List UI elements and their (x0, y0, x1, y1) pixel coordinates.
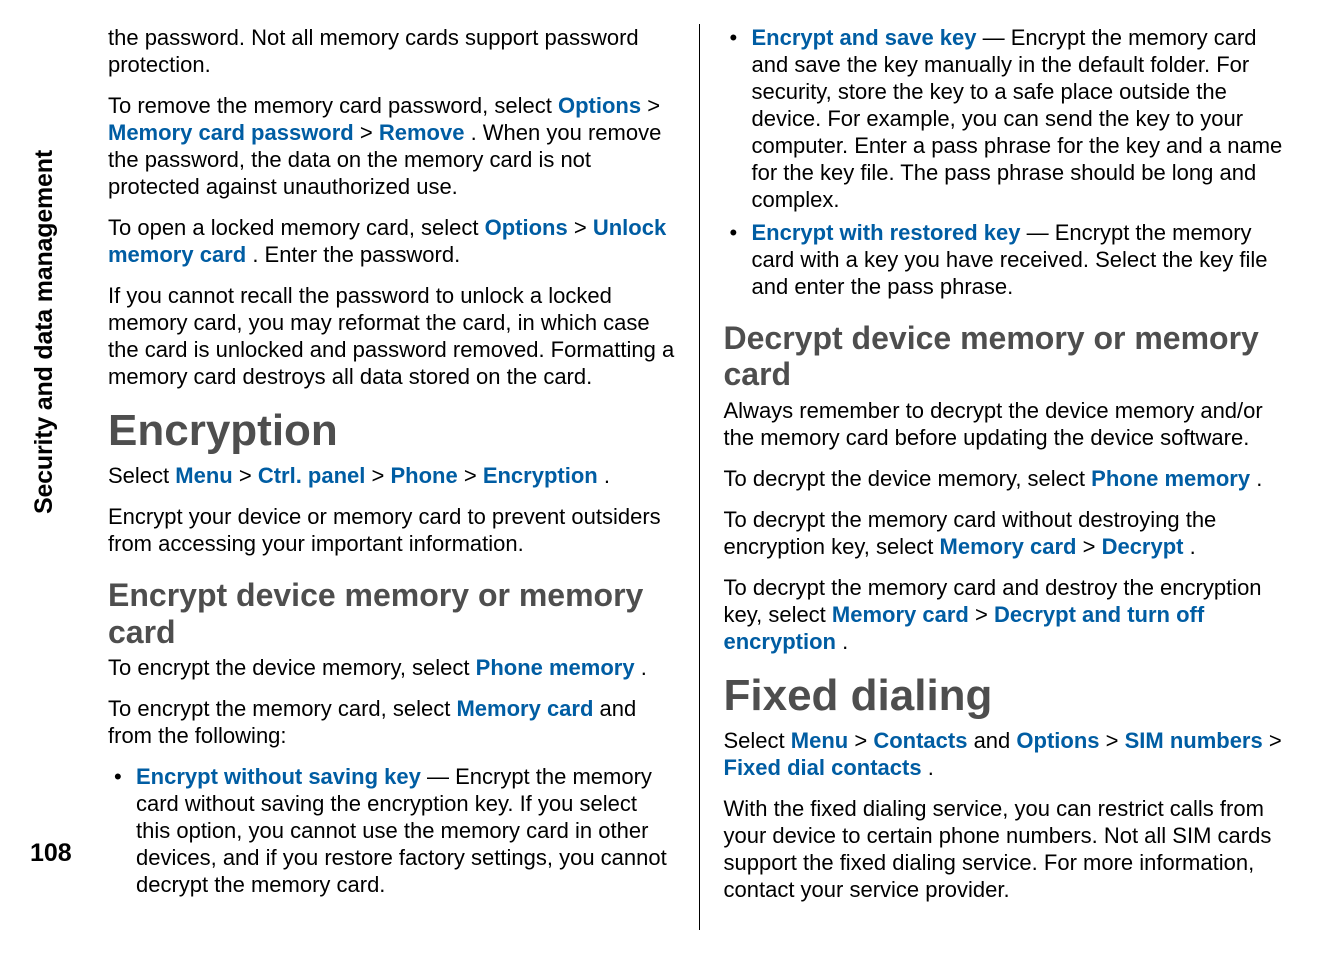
memory-card-label: Memory card (832, 602, 969, 627)
paragraph: To decrypt the device memory, select Pho… (724, 465, 1291, 492)
separator: > (360, 120, 379, 145)
encryption-heading: Encryption (108, 408, 675, 454)
text: . (928, 755, 934, 780)
page: Security and data management 108 the pas… (0, 0, 1322, 954)
encrypt-with-restored-key-label: Encrypt with restored key (752, 220, 1021, 245)
paragraph: To remove the memory card password, sele… (108, 92, 675, 200)
separator: > (574, 215, 593, 240)
phone-memory-label: Phone memory (476, 655, 635, 680)
text: To open a locked memory card, select (108, 215, 485, 240)
text: . (842, 629, 848, 654)
encrypt-and-save-key-label: Encrypt and save key (752, 25, 977, 50)
text: Select (108, 463, 175, 488)
paragraph: If you cannot recall the password to unl… (108, 282, 675, 390)
text: . (604, 463, 610, 488)
decrypt-label: Decrypt (1102, 534, 1184, 559)
text: . (1190, 534, 1196, 559)
ctrl-panel-label: Ctrl. panel (258, 463, 366, 488)
separator: > (1106, 728, 1125, 753)
paragraph: To decrypt the memory card without destr… (724, 506, 1291, 560)
decrypt-subheading: Decrypt device memory or memory card (724, 320, 1291, 393)
menu-label: Menu (791, 728, 848, 753)
separator: > (1269, 728, 1282, 753)
separator: > (975, 602, 994, 627)
text: To encrypt the device memory, select (108, 655, 476, 680)
list-item: Encrypt with restored key — Encrypt the … (724, 219, 1291, 300)
text: and (974, 728, 1017, 753)
text: To remove the memory card password, sele… (108, 93, 558, 118)
text: — Encrypt the memory card and save the k… (752, 25, 1283, 212)
side-tab-label: Security and data management (30, 150, 59, 514)
list-item: Encrypt without saving key — Encrypt the… (108, 763, 675, 898)
separator: > (1083, 534, 1102, 559)
paragraph: Always remember to decrypt the device me… (724, 397, 1291, 451)
text: . (641, 655, 647, 680)
paragraph: To encrypt the memory card, select Memor… (108, 695, 675, 749)
list-item: Encrypt and save key — Encrypt the memor… (724, 24, 1291, 213)
page-number: 108 (30, 839, 72, 868)
encrypt-options-list-cont: Encrypt and save key — Encrypt the memor… (724, 24, 1291, 300)
text: . (1256, 466, 1262, 491)
paragraph: Encrypt your device or memory card to pr… (108, 503, 675, 557)
fixed-dial-contacts-label: Fixed dial contacts (724, 755, 922, 780)
paragraph: To encrypt the device memory, select Pho… (108, 654, 675, 681)
options-label: Options (485, 215, 568, 240)
paragraph: the password. Not all memory cards suppo… (108, 24, 675, 78)
paragraph: To decrypt the memory card and destroy t… (724, 574, 1291, 655)
contacts-label: Contacts (873, 728, 967, 753)
text: To decrypt the device memory, select (724, 466, 1092, 491)
left-column: the password. Not all memory cards suppo… (108, 24, 699, 930)
text: Select (724, 728, 791, 753)
content-area: the password. Not all memory cards suppo… (108, 24, 1290, 930)
encrypt-without-saving-key-label: Encrypt without saving key (136, 764, 421, 789)
text: To encrypt the memory card, select (108, 696, 456, 721)
menu-label: Menu (175, 463, 232, 488)
paragraph: To open a locked memory card, select Opt… (108, 214, 675, 268)
right-column: Encrypt and save key — Encrypt the memor… (699, 24, 1291, 930)
fixed-dialing-heading: Fixed dialing (724, 673, 1291, 719)
separator: > (854, 728, 873, 753)
paragraph: With the fixed dialing service, you can … (724, 795, 1291, 903)
encryption-label: Encryption (483, 463, 598, 488)
separator: > (372, 463, 391, 488)
memory-card-label: Memory card (456, 696, 593, 721)
memory-card-label: Memory card (940, 534, 1077, 559)
separator: > (239, 463, 258, 488)
text: . Enter the password. (252, 242, 460, 267)
options-label: Options (558, 93, 641, 118)
options-label: Options (1016, 728, 1099, 753)
remove-label: Remove (379, 120, 465, 145)
memory-card-password-label: Memory card password (108, 120, 354, 145)
paragraph: Select Menu > Ctrl. panel > Phone > Encr… (108, 462, 675, 489)
separator: > (647, 93, 660, 118)
encrypt-options-list: Encrypt without saving key — Encrypt the… (108, 763, 675, 898)
encrypt-subheading: Encrypt device memory or memory card (108, 577, 675, 650)
phone-label: Phone (390, 463, 457, 488)
separator: > (464, 463, 483, 488)
phone-memory-label: Phone memory (1091, 466, 1250, 491)
paragraph: Select Menu > Contacts and Options > SIM… (724, 727, 1291, 781)
sim-numbers-label: SIM numbers (1125, 728, 1263, 753)
